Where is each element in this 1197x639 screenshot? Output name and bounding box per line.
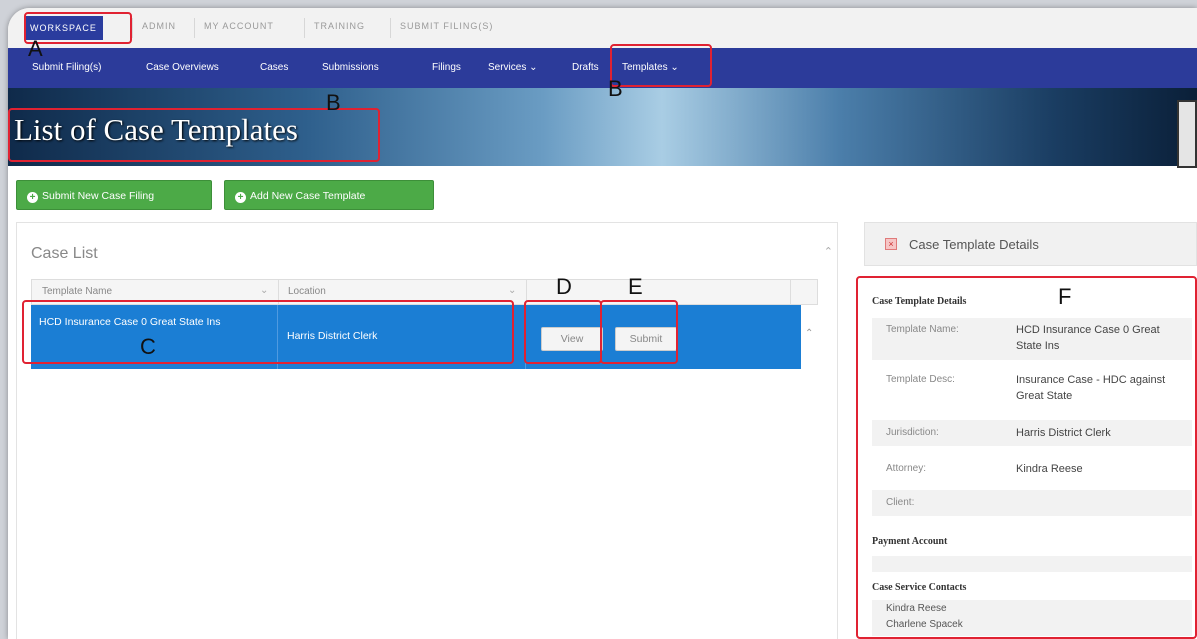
details-header: × Case Template Details xyxy=(864,222,1197,266)
plus-icon: + xyxy=(27,192,38,203)
case-list-title: Case List xyxy=(31,245,98,262)
annotation-label-b: B xyxy=(326,90,341,115)
chevron-down-icon[interactable]: ⌄ xyxy=(508,285,516,296)
chevron-up-icon: ⌃ xyxy=(805,328,814,339)
banner-thumbnail xyxy=(1177,100,1197,168)
case-list-panel: Case List ⌃ Template Name ⌄ Location ⌄ H… xyxy=(16,222,838,639)
annotation-box-b-title xyxy=(8,108,380,162)
sub-nav: Submit Filing(s) Case Overviews Cases Su… xyxy=(8,48,1197,88)
annotation-box-e xyxy=(600,300,678,364)
column-header-template-name[interactable]: Template Name xyxy=(42,286,112,297)
top-nav-my-account[interactable]: MY ACCOUNT xyxy=(204,21,274,31)
sub-nav-case-overviews[interactable]: Case Overviews xyxy=(146,62,219,73)
sub-nav-cases[interactable]: Cases xyxy=(260,62,288,73)
column-header-location[interactable]: Location xyxy=(288,286,326,297)
annotation-label-e: E xyxy=(628,274,643,299)
top-nav-training[interactable]: TRAINING xyxy=(314,21,365,31)
divider xyxy=(194,18,195,38)
divider xyxy=(790,280,791,304)
annotation-label-f: F xyxy=(1058,284,1072,309)
close-icon[interactable]: × xyxy=(885,238,897,250)
annotation-box-b-templates xyxy=(610,44,712,87)
submit-new-case-filing-button[interactable]: + Submit New Case Filing xyxy=(16,180,212,210)
annotation-box-f xyxy=(856,276,1197,639)
divider xyxy=(132,18,133,38)
collapse-icon[interactable]: ⌃ xyxy=(824,245,833,258)
top-nav: WORKSPACE ADMIN MY ACCOUNT TRAINING SUBM… xyxy=(8,8,1197,49)
annotation-label-a: A xyxy=(28,36,43,61)
app-frame: WORKSPACE ADMIN MY ACCOUNT TRAINING SUBM… xyxy=(8,8,1197,639)
sub-nav-filings[interactable]: Filings xyxy=(432,62,461,73)
details-header-title: Case Template Details xyxy=(909,237,1039,252)
top-nav-submit-filings[interactable]: SUBMIT FILING(S) xyxy=(400,21,493,31)
submit-new-case-filing-label: Submit New Case Filing xyxy=(42,190,155,202)
annotation-box-d xyxy=(524,300,602,364)
sub-nav-services[interactable]: Services ⌄ xyxy=(488,62,538,73)
sub-nav-submissions[interactable]: Submissions xyxy=(322,62,379,73)
sub-nav-drafts[interactable]: Drafts xyxy=(572,62,599,73)
add-new-case-template-button[interactable]: + Add New Case Template xyxy=(224,180,434,210)
annotation-box-c xyxy=(22,300,514,364)
top-nav-admin[interactable]: ADMIN xyxy=(142,21,176,31)
annotation-label-c: C xyxy=(140,334,156,359)
plus-icon: + xyxy=(235,192,246,203)
chevron-down-icon[interactable]: ⌄ xyxy=(260,285,268,296)
add-new-case-template-label: Add New Case Template xyxy=(250,190,366,202)
sub-nav-submit-filings[interactable]: Submit Filing(s) xyxy=(32,62,101,73)
annotation-label-d: D xyxy=(556,274,572,299)
annotation-label-b: B xyxy=(608,76,623,101)
divider xyxy=(304,18,305,38)
divider xyxy=(390,18,391,38)
